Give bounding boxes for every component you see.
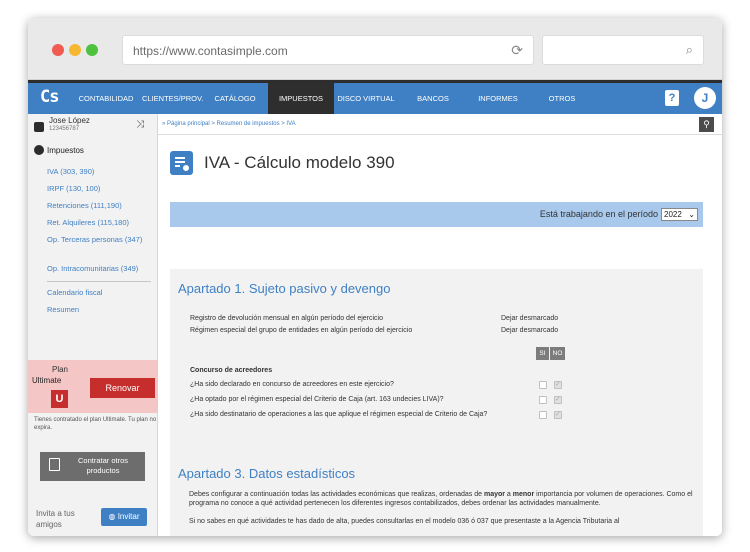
plan-note: Tienes contratado el plan Ultimate. Tu p… — [34, 417, 157, 431]
browser-search-field[interactable]: ⌕ — [542, 35, 704, 65]
maximize-window-button[interactable] — [86, 44, 98, 56]
row-grupo-value: Dejar desmarcado — [501, 327, 559, 334]
row-devolucion-value: Dejar desmarcado — [501, 315, 559, 322]
close-window-button[interactable] — [52, 44, 64, 56]
plan-label: Plan — [51, 365, 68, 374]
address-bar[interactable]: https://www.contasimple.com ⟳ — [122, 35, 534, 65]
form-panel: Apartado 1. Sujeto pasivo y devengo Regi… — [170, 269, 703, 536]
main-navbar: Cs CONTABILIDAD CLIENTES/PROV. CATÁLOGO … — [28, 80, 722, 114]
invite-button[interactable]: ◍ Invitar — [101, 508, 147, 526]
sidebar-item-irpf[interactable]: IRPF (130, 100) — [47, 184, 100, 194]
nav-informes[interactable]: INFORMES — [471, 83, 525, 114]
period-select-value: 2022 — [664, 210, 682, 219]
chevron-down-icon: ⌄ — [688, 210, 695, 219]
nav-otros[interactable]: OTROS — [540, 83, 584, 114]
page-search-icon[interactable]: ⚲ — [699, 117, 714, 132]
breadcrumb[interactable]: » Página principal > Resumen de impuesto… — [162, 121, 296, 127]
browser-window: https://www.contasimple.com ⟳ ⌕ Cs CONTA… — [28, 18, 722, 536]
minimize-window-button[interactable] — [69, 44, 81, 56]
nav-impuestos[interactable]: IMPUESTOS — [268, 83, 334, 114]
concurso-si-checkbox[interactable] — [539, 381, 547, 389]
question-destinatario: ¿Ha sido destinatario de operaciones a l… — [190, 411, 488, 418]
section3-paragraph1: Debes configurar a continuación todas la… — [189, 491, 693, 507]
sidebar-item-op-intracomunitarias[interactable]: Op. Intracomunitarias (349) — [47, 264, 138, 274]
contract-products-button[interactable]: Contratar otros productos — [40, 452, 145, 481]
browser-chrome: https://www.contasimple.com ⟳ ⌕ — [28, 18, 722, 80]
invite-globe-icon: ◍ — [108, 512, 118, 521]
calculator-icon — [170, 151, 193, 175]
question-criterio-caja: ¿Ha optado por el régimen especial del C… — [190, 396, 444, 403]
invite-button-label: Invitar — [117, 512, 140, 521]
period-select[interactable]: 2022 ⌄ — [661, 208, 698, 221]
destinatario-si-checkbox[interactable] — [539, 411, 547, 419]
section3-paragraph2: Si no sabes en qué actividades te has da… — [189, 518, 620, 525]
contract-products-label: Contratar otros productos — [77, 456, 129, 475]
row-grupo-label: Régimen especial del grupo de entidades … — [190, 327, 413, 334]
destinatario-no-checkbox[interactable] — [554, 410, 562, 419]
no-column-header: NO — [550, 347, 565, 360]
si-column-header: SI — [536, 347, 549, 360]
switch-company-icon[interactable]: ⤨ — [136, 119, 144, 130]
criterio-caja-no-checkbox[interactable] — [554, 395, 562, 404]
plan-name: Ultimate — [32, 376, 62, 385]
plan-badge: U — [51, 390, 68, 408]
reload-icon[interactable]: ⟳ — [511, 42, 523, 59]
avatar[interactable]: J — [694, 87, 716, 109]
period-label: Está trabajando en el período — [539, 209, 658, 219]
invite-text: Invita a tus amigos — [36, 509, 75, 529]
sidebar-item-resumen[interactable]: Resumen — [47, 305, 79, 315]
renew-button[interactable]: Renovar — [90, 378, 155, 398]
sidebar-divider — [47, 281, 151, 282]
header-divider — [158, 134, 722, 135]
question-concurso: ¿Ha sido declarado en concurso de acreed… — [190, 381, 394, 388]
concurso-no-checkbox[interactable] — [554, 380, 562, 389]
row-devolucion-label: Registro de devolución mensual en algún … — [190, 315, 384, 322]
sidebar-section-label: Impuestos — [47, 146, 84, 155]
main-content: » Página principal > Resumen de impuesto… — [158, 114, 722, 536]
user-name[interactable]: Jose López — [49, 116, 90, 125]
sidebar-item-op-terceras[interactable]: Op. Terceras personas (347) — [47, 235, 147, 245]
user-card-icon — [34, 122, 44, 132]
nav-disco-virtual[interactable]: DISCO VIRTUAL — [334, 83, 398, 114]
nav-contabilidad[interactable]: CONTABILIDAD — [76, 83, 136, 114]
contasimple-logo[interactable]: Cs — [40, 87, 60, 107]
user-id: 123456787 — [49, 126, 80, 132]
sidebar-item-retenciones[interactable]: Retenciones (111,190) — [47, 201, 122, 211]
page-title: IVA - Cálculo modelo 390 — [204, 153, 395, 172]
nav-catalogo[interactable]: CATÁLOGO — [210, 83, 260, 114]
period-bar: Está trabajando en el período 2022 ⌄ — [170, 202, 703, 227]
address-text: https://www.contasimple.com — [133, 44, 288, 58]
criterio-caja-si-checkbox[interactable] — [539, 396, 547, 404]
sidebar-item-ret-alquileres[interactable]: Ret. Alquileres (115,180) — [47, 218, 129, 228]
section-bullet-icon — [34, 145, 44, 155]
section3-heading: Apartado 3. Datos estadísticos — [178, 466, 356, 481]
nav-bancos[interactable]: BANCOS — [408, 83, 458, 114]
plan-box: Plan Ultimate U Renovar — [28, 360, 158, 413]
search-icon: ⌕ — [685, 42, 693, 57]
sidebar-section-impuestos: Impuestos — [34, 145, 84, 155]
sidebar: Jose López 123456787 ⤨ Impuestos IVA (30… — [28, 114, 158, 536]
nav-clientes-prov[interactable]: CLIENTES/PROV. — [142, 83, 203, 114]
help-icon[interactable]: ? — [665, 90, 679, 106]
section1-heading: Apartado 1. Sujeto pasivo y devengo — [178, 281, 391, 296]
sidebar-item-iva[interactable]: IVA (303, 390) — [47, 167, 94, 177]
sidebar-item-calendario[interactable]: Calendario fiscal — [47, 288, 102, 298]
concurso-title: Concurso de acreedores — [190, 367, 273, 374]
shopping-bag-icon — [49, 458, 60, 471]
